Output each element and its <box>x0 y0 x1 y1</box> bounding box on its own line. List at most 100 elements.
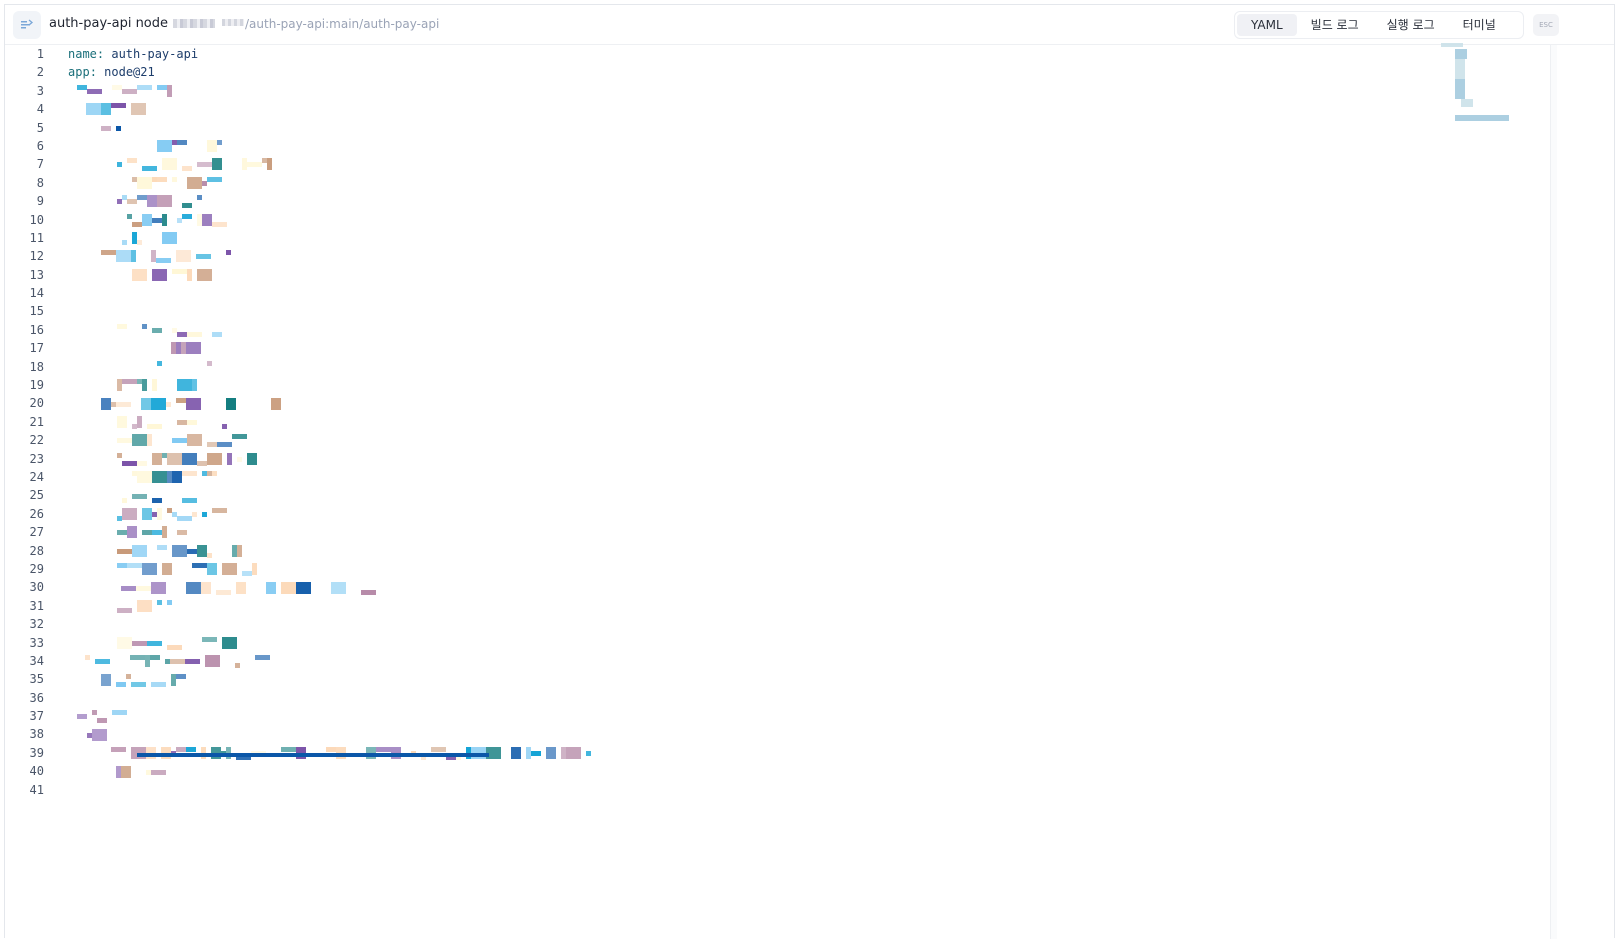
redacted-pixel <box>132 544 147 557</box>
redacted-pixel <box>217 140 222 145</box>
redacted-pixel <box>182 213 192 219</box>
redacted-pixel <box>182 471 197 477</box>
redacted-pixel <box>167 644 182 650</box>
tab-terminal[interactable]: 터미널 <box>1449 14 1510 36</box>
redacted-pixel <box>167 84 172 97</box>
redacted-pixel <box>92 728 107 741</box>
redacted-pixel <box>226 397 236 410</box>
tab-yaml[interactable]: YAML <box>1237 14 1297 36</box>
line-number: 35 <box>29 672 44 687</box>
redacted-pixel <box>117 416 127 428</box>
line-number: 21 <box>29 414 44 429</box>
redacted-pixel <box>242 571 252 577</box>
redacted-pixel <box>192 563 207 569</box>
redacted-pixel <box>247 452 257 465</box>
redacted-pixel <box>172 176 177 182</box>
redacted-pixel <box>172 471 182 484</box>
redacted-pixel <box>271 397 281 410</box>
line-number: 13 <box>29 267 44 282</box>
redacted-pixel <box>101 125 111 131</box>
redacted-pixel <box>152 379 157 392</box>
redacted-pixel <box>116 401 131 407</box>
redacted-pixel <box>217 442 232 448</box>
redacted-pixel <box>192 512 197 517</box>
close-esc-button[interactable]: ESC <box>1533 14 1559 36</box>
yaml-separator: : <box>89 65 105 80</box>
redacted-pixel <box>331 581 346 594</box>
line-number: 29 <box>29 561 44 576</box>
line-number: 15 <box>29 304 44 319</box>
pipeline-app-icon[interactable] <box>13 11 41 39</box>
redacted-pixel <box>361 589 376 595</box>
line-number: 22 <box>29 433 44 448</box>
redacted-pixel <box>511 747 521 760</box>
redacted-pixel <box>131 681 146 687</box>
redacted-pixel <box>152 497 162 503</box>
line-number: 34 <box>29 653 44 668</box>
redacted-pixel <box>137 460 147 466</box>
redacted-pixel <box>116 250 131 263</box>
redacted-pixel <box>137 176 152 189</box>
redacted-pixel <box>186 397 201 410</box>
redacted-pixel <box>167 452 182 465</box>
redacted-pixel <box>151 769 166 775</box>
redacted-pixel <box>197 268 212 281</box>
line-number: 11 <box>29 230 44 245</box>
line-number: 36 <box>29 690 44 705</box>
viewer-header: auth-pay-api node /auth-pay-api:main/aut… <box>5 5 1614 45</box>
redacted-pixel <box>186 342 201 355</box>
redacted-pixel <box>162 563 172 576</box>
redacted-pixel <box>122 508 137 520</box>
redacted-pixel <box>202 512 207 517</box>
yaml-value: node@21 <box>104 65 155 80</box>
redacted-pixel <box>201 581 211 594</box>
line-number: 4 <box>36 102 44 117</box>
redacted-pixel <box>92 710 97 716</box>
redacted-pixel <box>122 379 137 385</box>
line-number: 18 <box>29 359 44 374</box>
redacted-pixel <box>212 221 227 227</box>
redacted-pixel <box>95 659 110 665</box>
redacted-pixel <box>157 84 167 90</box>
redacted-pixel <box>212 158 222 171</box>
editor-minimap[interactable] <box>1441 43 1509 123</box>
yaml-viewer-window: auth-pay-api node /auth-pay-api:main/aut… <box>4 4 1615 939</box>
redacted-pixel <box>137 240 142 245</box>
line-number: 39 <box>29 745 44 760</box>
line-number: 41 <box>29 782 44 797</box>
tab-build-log[interactable]: 빌드 로그 <box>1297 14 1373 36</box>
redacted-pixel <box>531 751 541 757</box>
redacted-pixel <box>147 640 162 646</box>
redacted-pixel <box>197 544 207 557</box>
redacted-pixel <box>142 166 157 172</box>
redacted-pixel <box>131 103 146 116</box>
redacted-pixel <box>121 765 131 778</box>
redacted-pixel <box>166 401 171 407</box>
editor-scrollbar[interactable] <box>1551 45 1557 939</box>
redacted-pixel <box>101 397 111 410</box>
redacted-pixel <box>157 195 172 208</box>
redacted-pixel <box>172 438 187 444</box>
redacted-pixel <box>152 268 167 281</box>
redacted-pixel <box>142 324 147 329</box>
redacted-pixel <box>127 213 132 219</box>
redacted-pixel <box>185 659 200 665</box>
redacted-pixel <box>187 332 202 337</box>
redacted-pixel <box>177 530 187 536</box>
line-number: 8 <box>36 175 44 190</box>
redacted-pixel <box>117 636 132 649</box>
redacted-pixel <box>162 232 177 244</box>
redacted-pixel <box>77 714 87 720</box>
redacted-pixel <box>152 217 162 223</box>
redacted-pixel <box>566 747 581 760</box>
tab-run-log[interactable]: 실행 로그 <box>1373 14 1449 36</box>
redacted-pixel <box>182 166 192 172</box>
line-number: 19 <box>29 378 44 393</box>
yaml-code-editor[interactable]: 1 2 3 4 5 6 7 8 9 10 11 12 13 14 15 16 17 18 19 20 21 22 23 24 2… <box>5 45 1551 939</box>
redacted-pixel <box>296 581 311 594</box>
minimap-block <box>1455 59 1465 79</box>
redacted-pixel <box>247 162 262 168</box>
line-number: 33 <box>29 635 44 650</box>
redacted-pixel <box>157 600 162 605</box>
redacted-pixel <box>172 544 187 557</box>
